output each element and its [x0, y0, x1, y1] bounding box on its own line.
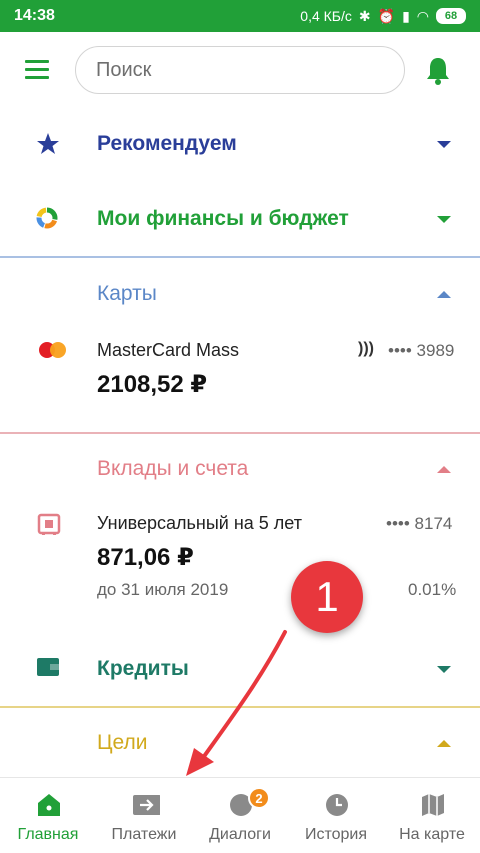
- chevron-up-icon: [437, 466, 451, 473]
- nav-label: Платежи: [111, 826, 177, 843]
- safe-icon: [37, 513, 61, 535]
- divider: [0, 256, 480, 258]
- dialogs-badge: 2: [248, 787, 270, 809]
- chevron-up-icon: [437, 740, 451, 747]
- home-icon: [38, 794, 60, 816]
- deposit-until: до 31 июля 2019: [97, 580, 229, 599]
- mastercard-logo-icon: [39, 342, 66, 358]
- bottom-nav: Главная Платежи 2 Диалоги История На кар…: [0, 777, 480, 853]
- deposit-item[interactable]: Универсальный на 5 лет •••• 8174 871,06 …: [0, 505, 480, 605]
- signal-icon: ▮: [402, 7, 410, 24]
- annotation-number: 1: [291, 561, 363, 633]
- map-icon: [422, 794, 444, 816]
- finance-donut-icon: [36, 207, 58, 229]
- nav-label: Диалоги: [209, 826, 271, 843]
- wallet-icon: [37, 658, 59, 676]
- nav-payments[interactable]: Платежи: [96, 778, 192, 853]
- chevron-down-icon: [437, 216, 451, 223]
- chevron-down-icon: [437, 666, 451, 673]
- nav-label: История: [304, 826, 368, 843]
- nav-label: Главная: [17, 826, 79, 843]
- card-name: MasterCard Mass: [97, 340, 240, 360]
- nav-home[interactable]: Главная: [0, 778, 96, 853]
- status-time: 14:38: [14, 7, 55, 24]
- deposit-number: •••• 8174: [386, 514, 453, 533]
- battery-icon: 68: [436, 8, 466, 24]
- divider: [0, 432, 480, 434]
- status-bar: 14:38 0,4 КБ/с ✱ ⏰ ▮ ◠ 68: [0, 0, 480, 32]
- section-cards-header[interactable]: Карты: [0, 275, 480, 315]
- network-speed: 0,4 КБ/с: [300, 8, 352, 24]
- card-balance: 2108,52 ₽: [97, 371, 208, 398]
- card-number: •••• 3989: [388, 341, 455, 360]
- search-placeholder: Поиск: [96, 58, 152, 81]
- section-deposits-header[interactable]: Вклады и счета: [0, 450, 480, 490]
- deposit-rate: 0.01%: [408, 580, 457, 599]
- section-goals[interactable]: Цели: [0, 724, 480, 764]
- chevron-up-icon: [437, 291, 451, 298]
- nav-dialogs[interactable]: 2 Диалоги: [192, 778, 288, 853]
- chevron-down-icon: [437, 141, 451, 148]
- section-title: Вклады и счета: [97, 457, 249, 480]
- section-title: Цели: [97, 731, 148, 754]
- nav-map[interactable]: На карте: [384, 778, 480, 853]
- deposit-balance: 871,06 ₽: [97, 544, 194, 571]
- section-title: Кредиты: [97, 657, 189, 680]
- section-recommend[interactable]: Рекомендуем: [0, 125, 480, 165]
- bell-icon[interactable]: [424, 56, 452, 86]
- contactless-icon: ))): [358, 340, 374, 357]
- nav-history[interactable]: История: [288, 778, 384, 853]
- section-credits[interactable]: Кредиты: [0, 649, 480, 689]
- wifi-icon: ◠: [416, 7, 429, 24]
- divider: [0, 706, 480, 708]
- nav-label: На карте: [399, 826, 465, 843]
- status-icons: 0,4 КБ/с ✱ ⏰ ▮ ◠ 68: [300, 8, 466, 25]
- payments-icon: [133, 795, 160, 815]
- card-item[interactable]: MasterCard Mass ))) •••• 3989 2108,52 ₽: [0, 330, 480, 410]
- star-icon: [37, 133, 59, 154]
- clock-icon: [326, 794, 348, 816]
- search-input[interactable]: Поиск: [75, 46, 405, 94]
- app-header: Поиск: [0, 32, 480, 108]
- deposit-name: Универсальный на 5 лет: [97, 513, 302, 533]
- section-title: Карты: [97, 282, 157, 305]
- hamburger-menu-icon[interactable]: [25, 60, 49, 80]
- section-title: Рекомендуем: [97, 132, 237, 155]
- bluetooth-icon: ✱: [358, 7, 371, 24]
- section-finance[interactable]: Мои финансы и бюджет: [0, 200, 480, 240]
- section-title: Мои финансы и бюджет: [97, 207, 349, 230]
- alarm-icon: ⏰: [377, 7, 396, 24]
